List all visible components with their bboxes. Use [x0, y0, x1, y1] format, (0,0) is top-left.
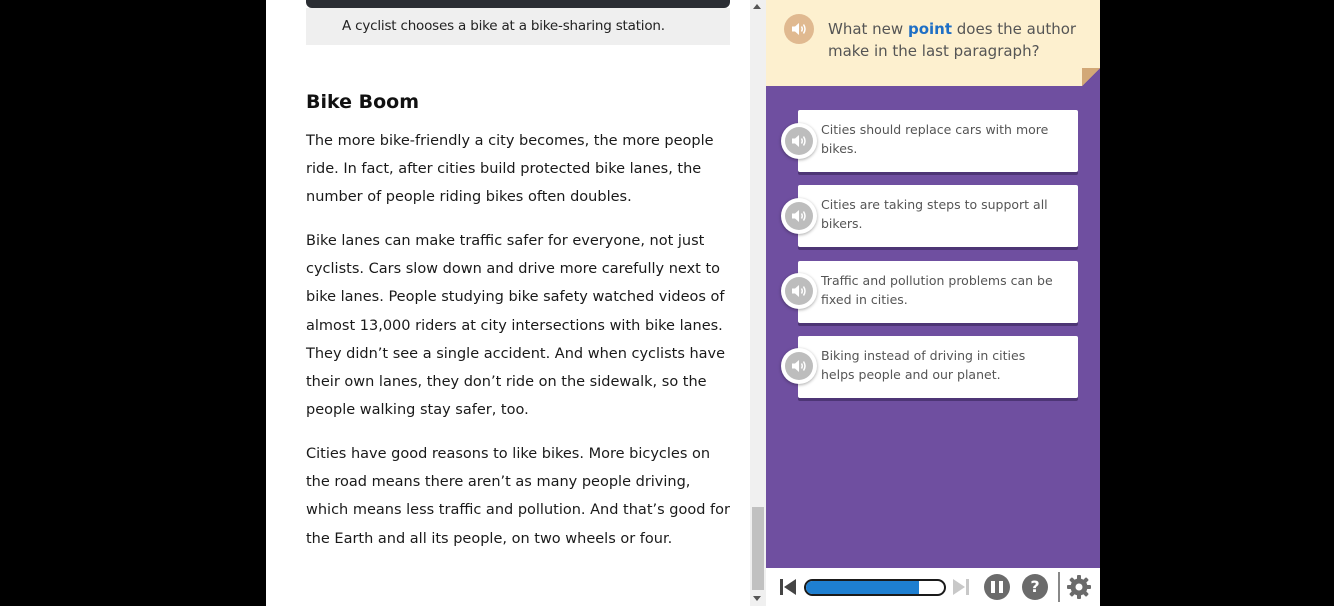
question-card: What new point does the author make in t…	[766, 0, 1100, 86]
speaker-icon	[792, 135, 806, 147]
question-keyword: point	[907, 20, 952, 38]
scroll-down-arrow-icon[interactable]	[753, 596, 761, 601]
toolbar-divider	[1058, 572, 1060, 602]
speaker-icon	[792, 285, 806, 297]
scroll-thumb[interactable]	[752, 507, 764, 590]
scroll-up-arrow-icon[interactable]	[753, 4, 761, 9]
answer-option[interactable]: Traffic and pollution problems can be fi…	[798, 261, 1078, 323]
article-scrollbar[interactable]	[750, 0, 766, 606]
question-panel: What new point does the author make in t…	[766, 0, 1100, 606]
answer-option[interactable]: Cities are taking steps to support all b…	[798, 185, 1078, 247]
page-fold-corner	[1082, 68, 1100, 86]
skip-back-icon[interactable]	[779, 577, 797, 597]
gear-icon[interactable]	[1066, 574, 1092, 600]
article-pane[interactable]: A cyclist chooses a bike at a bike-shari…	[266, 0, 750, 606]
answer-option-text: Cities should replace cars with more bik…	[821, 122, 1049, 156]
speaker-icon	[792, 210, 806, 222]
speaker-icon	[792, 23, 806, 35]
answer-option[interactable]: Cities should replace cars with more bik…	[798, 110, 1078, 172]
pause-icon-bar	[991, 581, 995, 593]
article-paragraph: The more bike-friendly a city becomes, t…	[306, 133, 714, 206]
answer-option-text: Cities are taking steps to support all b…	[821, 197, 1048, 231]
photo-caption: A cyclist chooses a bike at a bike-shari…	[306, 8, 730, 45]
pause-button[interactable]	[984, 574, 1010, 600]
progress-bar	[804, 579, 946, 596]
article-paragraph: Cities have good reasons to like bikes. …	[306, 446, 730, 547]
progress-fill	[806, 581, 920, 594]
question-text: What new point does the author make in t…	[828, 18, 1078, 62]
article-photo	[306, 0, 730, 8]
help-button[interactable]: ?	[1022, 574, 1048, 600]
answer-option[interactable]: Biking instead of driving in cities help…	[798, 336, 1078, 398]
article-paragraph: Bike lanes can make traffic safer for ev…	[306, 233, 726, 419]
speaker-icon	[792, 360, 806, 372]
answer-audio-button[interactable]	[781, 123, 817, 159]
answer-option-text: Biking instead of driving in cities help…	[821, 348, 1026, 382]
answer-audio-button[interactable]	[781, 198, 817, 234]
skip-forward-icon[interactable]	[952, 577, 970, 597]
answer-audio-button[interactable]	[781, 273, 817, 309]
player-toolbar: ?	[766, 568, 1100, 606]
question-prefix: What new	[828, 20, 908, 38]
photo-caption-text: A cyclist chooses a bike at a bike-shari…	[342, 18, 665, 34]
answer-option-text: Traffic and pollution problems can be fi…	[821, 273, 1053, 307]
pause-icon-bar	[999, 581, 1003, 593]
answer-audio-button[interactable]	[781, 348, 817, 384]
section-heading: Bike Boom	[306, 91, 420, 113]
question-audio-button[interactable]	[784, 14, 814, 44]
